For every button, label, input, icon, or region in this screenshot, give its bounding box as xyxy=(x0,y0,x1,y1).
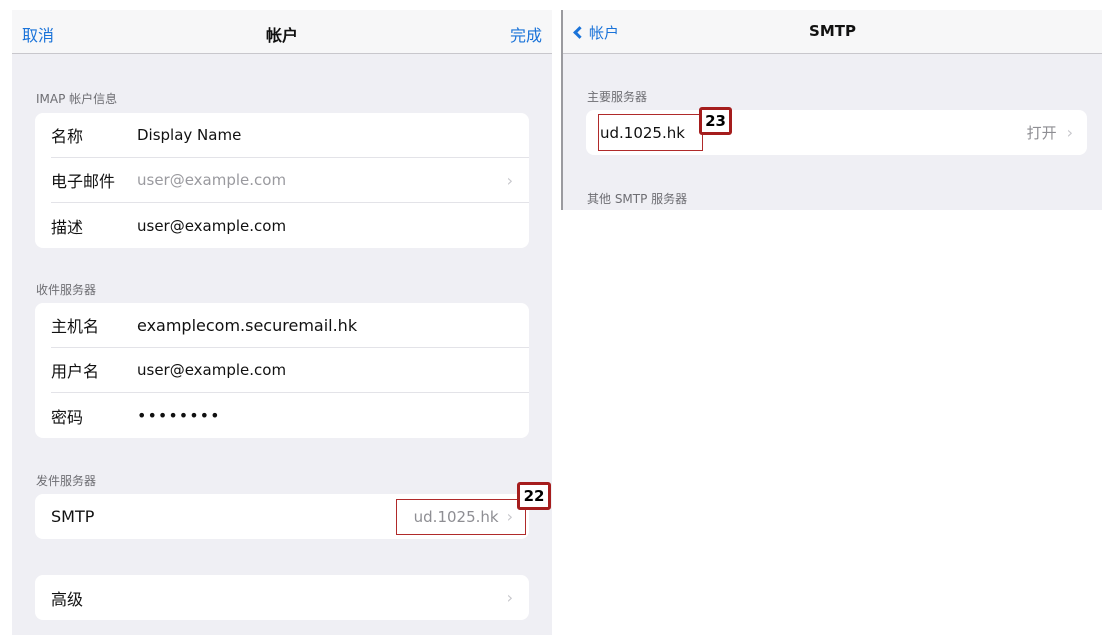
hostname-field[interactable]: examplecom.securemail.hk xyxy=(137,316,513,335)
description-row[interactable]: 描述 user@example.com xyxy=(51,203,529,248)
account-settings-pane: 取消 帐户 完成 IMAP 帐户信息 名称 Display Name 电子邮件 … xyxy=(12,10,552,635)
email-row[interactable]: 电子邮件 user@example.com › xyxy=(51,158,529,203)
email-label: 电子邮件 xyxy=(51,172,116,191)
name-field[interactable]: Display Name xyxy=(137,126,513,144)
smtp-navbar: 帐户 SMTP xyxy=(563,10,1102,54)
advanced-label: 高级 xyxy=(51,589,84,609)
primary-server-header: 主要服务器 xyxy=(587,90,648,104)
smtp-callout-box xyxy=(396,499,526,535)
smtp-settings-pane: 帐户 SMTP 主要服务器 ud.1025.hk 打开 › 其他 SMTP 服务… xyxy=(563,10,1102,210)
hostname-label: 主机名 xyxy=(51,317,100,336)
username-field[interactable]: user@example.com xyxy=(137,361,513,379)
description-field[interactable]: user@example.com xyxy=(137,217,513,235)
advanced-row[interactable]: 高级 › xyxy=(51,575,529,620)
email-field[interactable]: user@example.com xyxy=(137,171,507,189)
step-badge-22: 22 xyxy=(517,482,551,510)
incoming-server-group: 主机名 examplecom.securemail.hk 用户名 user@ex… xyxy=(35,303,529,438)
password-row[interactable]: 密码 •••••••• xyxy=(51,393,529,438)
description-label: 描述 xyxy=(51,217,84,237)
smtp-label: SMTP xyxy=(51,507,95,526)
hostname-row[interactable]: 主机名 examplecom.securemail.hk xyxy=(51,303,529,348)
primary-server-callout-box xyxy=(598,114,703,151)
password-label: 密码 xyxy=(51,407,84,427)
chevron-right-icon: › xyxy=(506,170,513,190)
name-label: 名称 xyxy=(51,127,84,146)
username-label: 用户名 xyxy=(51,362,100,381)
account-navbar: 取消 帐户 完成 xyxy=(12,10,552,54)
page-title: 帐户 xyxy=(265,26,298,45)
done-button[interactable]: 完成 xyxy=(510,22,542,46)
name-row[interactable]: 名称 Display Name xyxy=(51,113,529,158)
incoming-section-header: 收件服务器 xyxy=(36,283,97,297)
chevron-right-icon: › xyxy=(506,588,513,607)
other-servers-header: 其他 SMTP 服务器 xyxy=(587,192,688,206)
server-status-label: 打开 xyxy=(1026,124,1057,142)
imap-account-group: 名称 Display Name 电子邮件 user@example.com › … xyxy=(35,113,529,248)
username-row[interactable]: 用户名 user@example.com xyxy=(51,348,529,393)
advanced-group: 高级 › xyxy=(35,575,529,620)
imap-section-header: IMAP 帐户信息 xyxy=(36,92,118,106)
outgoing-section-header: 发件服务器 xyxy=(36,474,97,488)
password-field[interactable]: •••••••• xyxy=(137,406,513,425)
step-badge-23: 23 xyxy=(699,107,732,135)
smtp-page-title: SMTP xyxy=(809,22,856,40)
chevron-right-icon: › xyxy=(1066,123,1073,142)
